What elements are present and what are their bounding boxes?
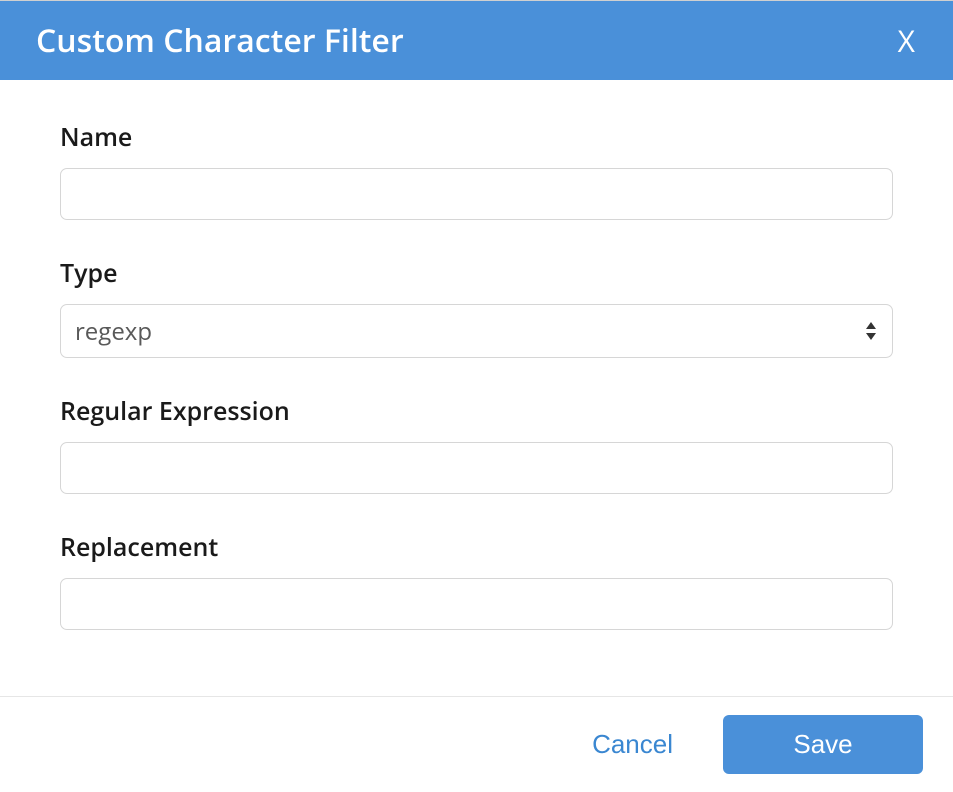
regex-input[interactable] — [60, 442, 893, 494]
close-icon[interactable]: X — [890, 22, 923, 60]
form-group-regex: Regular Expression — [60, 394, 893, 494]
replacement-input[interactable] — [60, 578, 893, 630]
custom-character-filter-dialog: Custom Character Filter X Name Type rege… — [0, 0, 953, 773]
dialog-footer: Cancel Save — [0, 696, 953, 792]
type-select[interactable]: regexp — [60, 304, 893, 358]
type-select-wrapper: regexp — [60, 304, 893, 358]
dialog-title: Custom Character Filter — [36, 19, 404, 62]
replacement-label: Replacement — [60, 530, 893, 564]
form-group-type: Type regexp — [60, 256, 893, 358]
form-group-replacement: Replacement — [60, 530, 893, 630]
name-input[interactable] — [60, 168, 893, 220]
type-label: Type — [60, 256, 893, 290]
dialog-body: Name Type regexp Regular Expression Repl… — [0, 80, 953, 696]
dialog-header: Custom Character Filter X — [0, 1, 953, 80]
name-label: Name — [60, 120, 893, 154]
cancel-button[interactable]: Cancel — [572, 719, 693, 770]
regex-label: Regular Expression — [60, 394, 893, 428]
form-group-name: Name — [60, 120, 893, 220]
save-button[interactable]: Save — [723, 715, 923, 774]
